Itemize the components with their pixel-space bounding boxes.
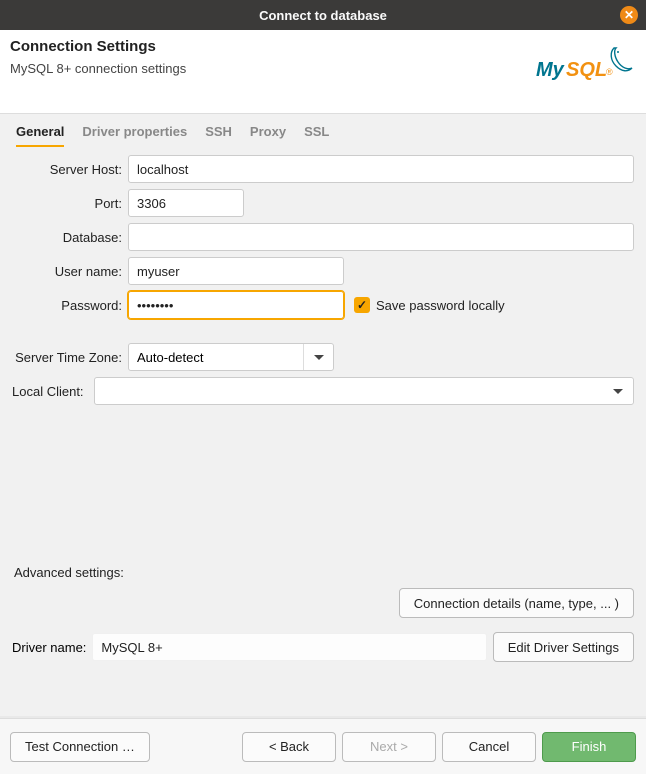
username-input[interactable] (128, 257, 344, 285)
password-input[interactable] (128, 291, 344, 319)
header-title: Connection Settings (10, 38, 186, 55)
timezone-value: Auto-detect (137, 350, 204, 365)
back-button[interactable]: < Back (242, 732, 336, 762)
svg-text:My: My (536, 59, 565, 81)
tab-proxy[interactable]: Proxy (250, 124, 286, 147)
next-button[interactable]: Next > (342, 732, 436, 762)
titlebar: Connect to database ✕ (0, 0, 646, 30)
label-port: Port: (12, 196, 128, 211)
tab-general[interactable]: General (16, 124, 64, 147)
label-database: Database: (12, 230, 128, 245)
close-icon[interactable]: ✕ (620, 6, 638, 24)
label-password: Password: (12, 298, 128, 313)
port-input[interactable] (128, 189, 244, 217)
label-driver-name: Driver name: (12, 640, 86, 655)
label-advanced: Advanced settings: (14, 565, 634, 580)
cancel-button[interactable]: Cancel (442, 732, 536, 762)
database-input[interactable] (128, 223, 634, 251)
edit-driver-button[interactable]: Edit Driver Settings (493, 632, 634, 662)
local-client-combobox[interactable] (94, 377, 634, 405)
svg-text:®: ® (606, 67, 613, 77)
server-host-input[interactable] (128, 155, 634, 183)
label-username: User name: (12, 264, 128, 279)
tab-ssh[interactable]: SSH (205, 124, 232, 147)
svg-text:SQL: SQL (566, 59, 607, 81)
chevron-down-icon (603, 378, 633, 404)
header: Connection Settings MySQL 8+ connection … (0, 30, 646, 114)
mysql-logo: My SQL ® (536, 38, 636, 97)
save-password-checkbox[interactable]: ✓ Save password locally (354, 297, 505, 313)
finish-button[interactable]: Finish (542, 732, 636, 762)
chevron-down-icon (303, 344, 333, 370)
footer: Test Connection … < Back Next > Cancel F… (0, 718, 646, 774)
tab-driver-properties[interactable]: Driver properties (82, 124, 187, 147)
body: General Driver properties SSH Proxy SSL … (0, 114, 646, 716)
window-title: Connect to database (259, 8, 387, 23)
save-password-label: Save password locally (376, 298, 505, 313)
timezone-combobox[interactable]: Auto-detect (128, 343, 334, 371)
label-local-client: Local Client: (12, 384, 94, 399)
driver-name-input[interactable] (92, 633, 486, 661)
connection-details-button[interactable]: Connection details (name, type, ... ) (399, 588, 634, 618)
label-timezone: Server Time Zone: (12, 350, 128, 365)
test-connection-button[interactable]: Test Connection … (10, 732, 150, 762)
tabs: General Driver properties SSH Proxy SSL (6, 114, 640, 147)
check-icon: ✓ (354, 297, 370, 313)
header-subtitle: MySQL 8+ connection settings (10, 61, 186, 76)
form-area: Server Host: Port: Database: User name: … (6, 147, 640, 662)
label-server-host: Server Host: (12, 162, 128, 177)
tab-ssl[interactable]: SSL (304, 124, 329, 147)
